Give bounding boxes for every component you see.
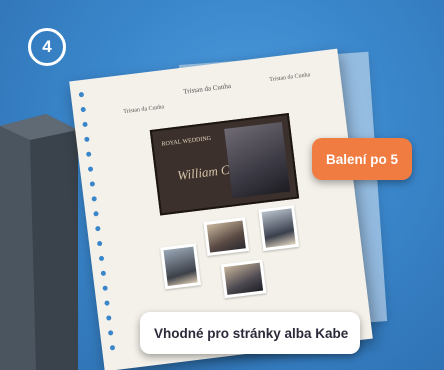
pack-size-label: Balení po 5 <box>312 138 413 180</box>
page-header: Tristan da Cunha Tristan da Cunha Trista… <box>111 64 325 115</box>
sheet-title: ROYAL WEDDING <box>161 135 212 148</box>
compatibility-label: Vhodné pro stránky alba Kabe <box>140 312 361 354</box>
punch-holes <box>78 91 120 361</box>
stamp <box>258 205 300 252</box>
product-image: 4 Tristan da Cunha Tristan da Cunha Tris… <box>0 0 444 370</box>
step-number: 4 <box>42 37 52 56</box>
stamp <box>160 243 201 290</box>
sheet-photo <box>224 121 291 199</box>
step-number-badge: 4 <box>28 28 66 66</box>
stamp <box>203 217 250 256</box>
stamp <box>220 259 267 299</box>
compatibility-text: Vhodné pro stránky alba Kabe <box>154 325 349 341</box>
page-header-right: Tristan da Cunha <box>269 72 311 84</box>
pack-size-text: Balení po 5 <box>326 151 399 167</box>
page-header-title: Tristan da Cunha <box>182 81 232 96</box>
souvenir-sheet: ROYAL WEDDING William Catherine <box>149 113 300 216</box>
page-header-left: Tristan da Cunha <box>122 104 165 116</box>
album-binder <box>0 114 78 370</box>
